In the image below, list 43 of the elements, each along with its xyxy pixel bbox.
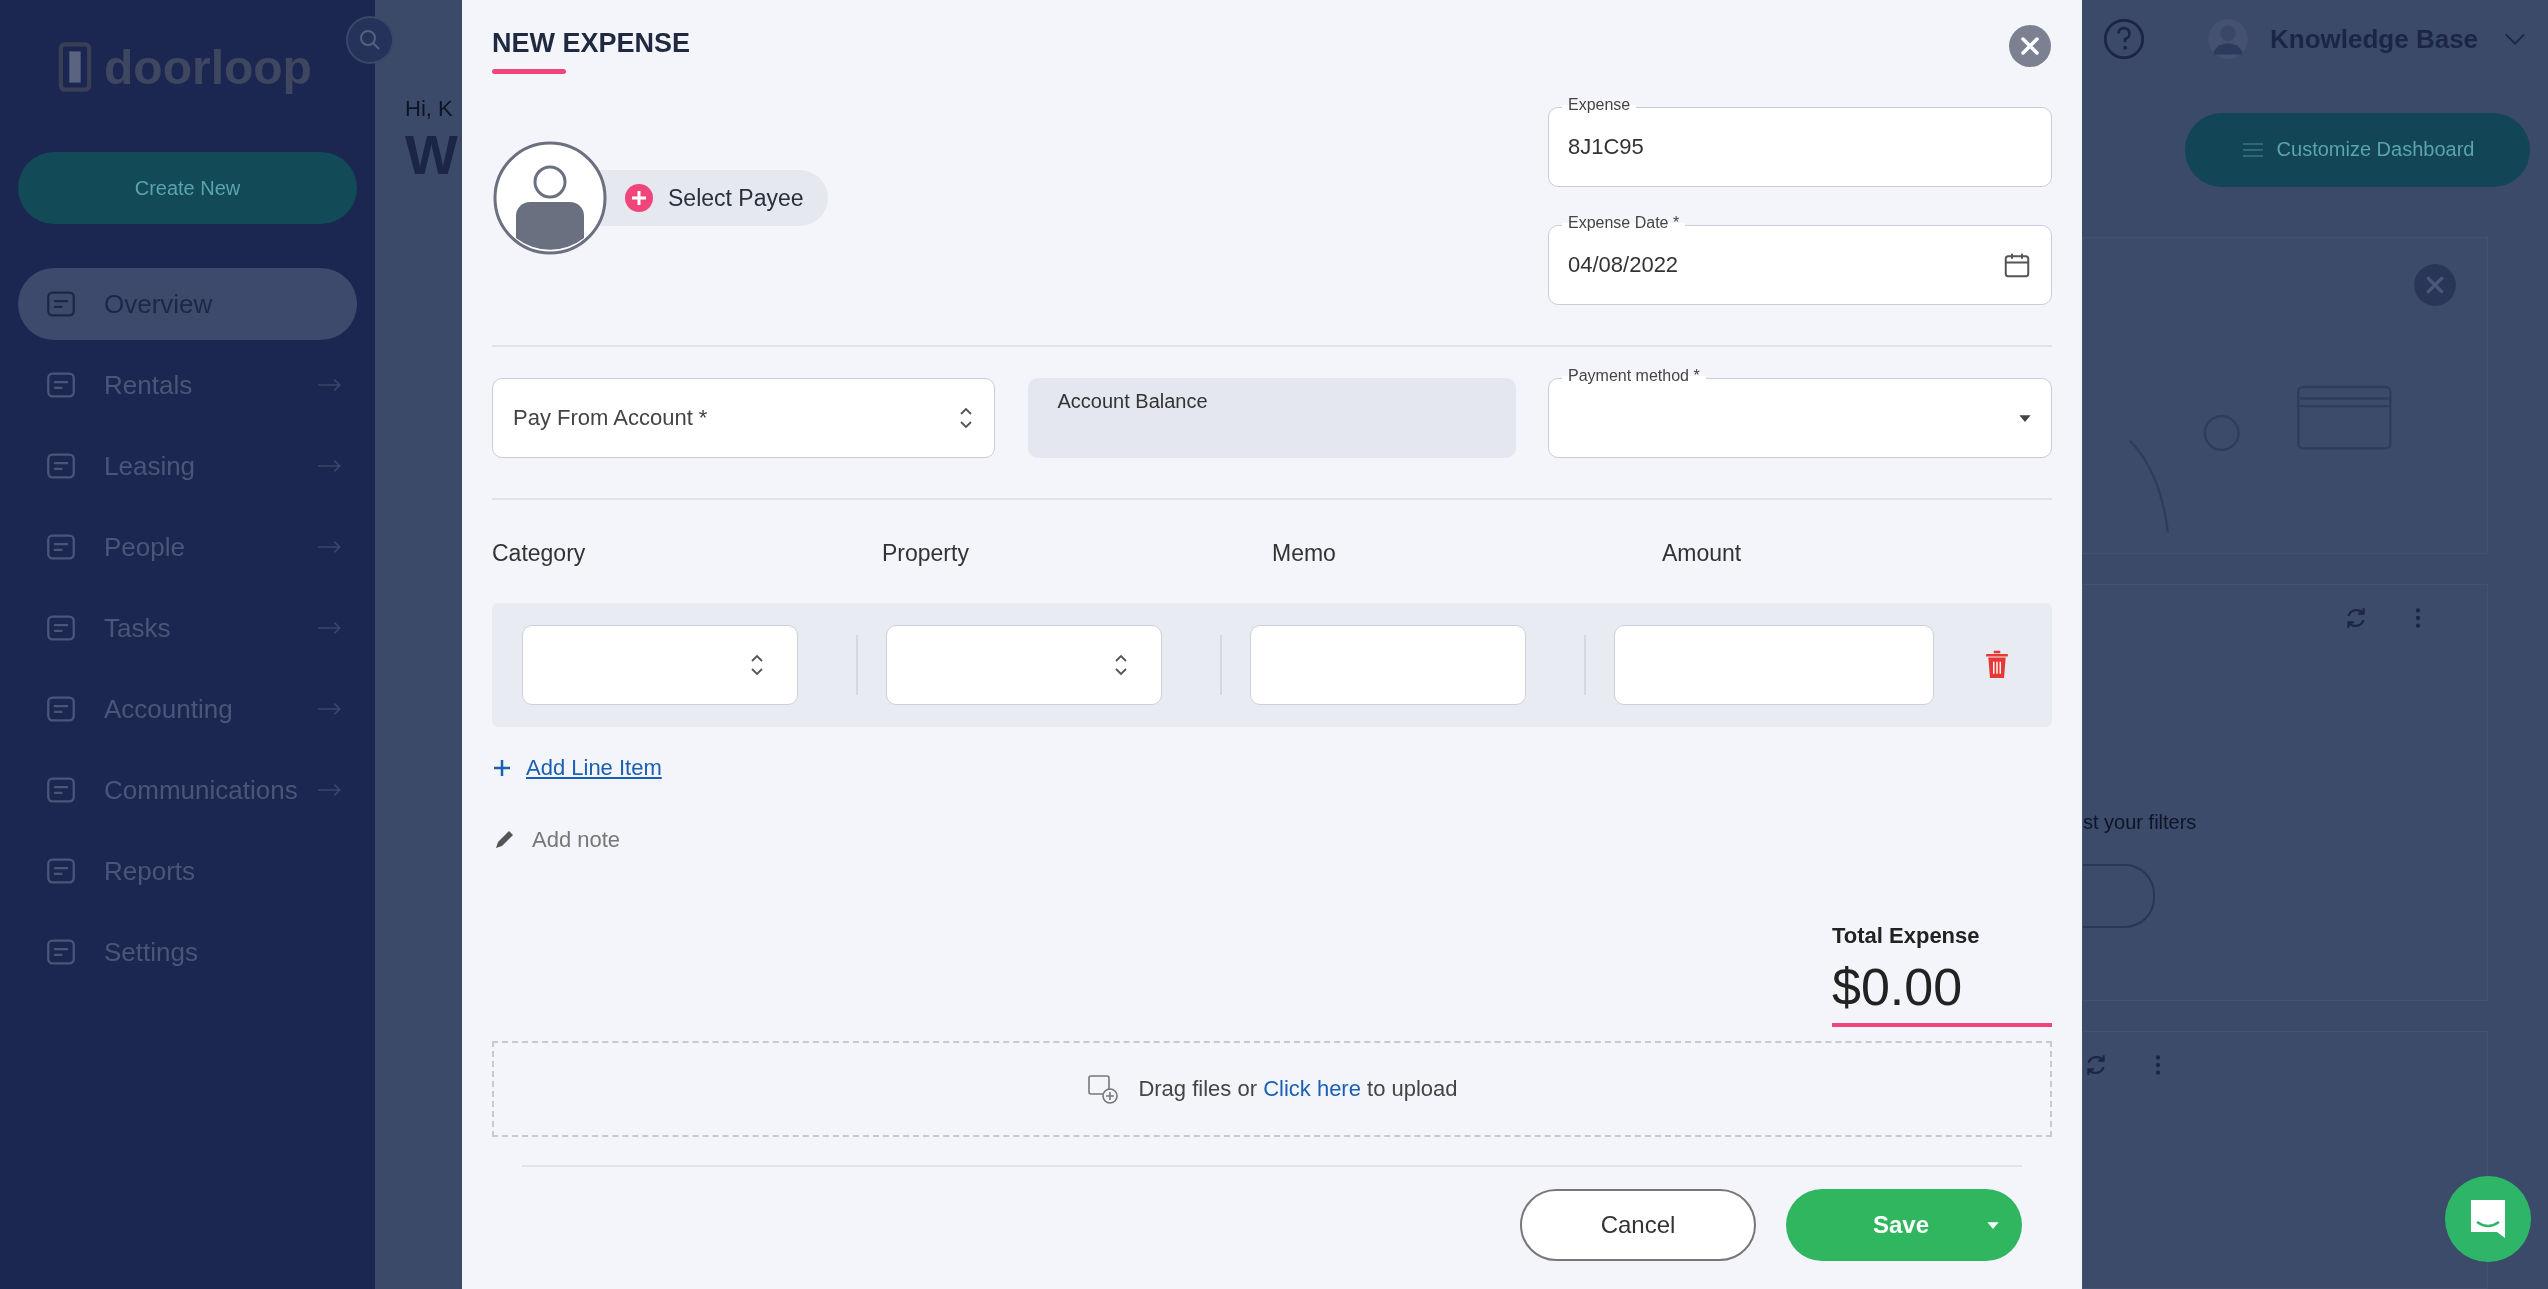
chat-icon[interactable] xyxy=(2443,1174,2533,1264)
add-line-item-link[interactable]: Add Line Item xyxy=(492,755,662,781)
door-logo-icon xyxy=(58,41,92,93)
chevron-down-icon[interactable] xyxy=(2504,32,2527,47)
delete-icon[interactable] xyxy=(1984,649,2010,681)
total-amount: $0.00 xyxy=(1832,957,1964,1017)
select-field[interactable] xyxy=(886,625,1162,705)
caret-icon[interactable] xyxy=(1986,1220,2000,1230)
column-header: Property xyxy=(882,540,970,567)
account-balance-panel: Account Balance xyxy=(1027,378,1516,458)
input-field[interactable] xyxy=(1250,625,1526,705)
help-icon[interactable] xyxy=(2102,17,2146,62)
select-field[interactable] xyxy=(522,625,798,705)
file-drop-zone[interactable]: Drag files or Click here to upload xyxy=(492,1041,2052,1137)
total-label: Total Expense xyxy=(1832,923,1981,949)
close-icon[interactable] xyxy=(2008,24,2052,68)
cancel-button[interactable]: Cancel xyxy=(1520,1189,1756,1261)
plus-icon xyxy=(624,183,654,213)
upload-instructions: Drag files or Click here to upload xyxy=(1138,1076,1458,1102)
person-avatar-icon xyxy=(492,140,608,256)
sort-arrows-icon xyxy=(958,405,974,431)
add-files-icon xyxy=(1086,1072,1121,1106)
click-here-link[interactable]: Click here xyxy=(1263,1076,1361,1101)
customize-dashboard-button[interactable]: Customize Dashboard xyxy=(2185,112,2530,187)
plus-icon xyxy=(492,758,512,778)
column-header: Category xyxy=(492,540,587,567)
save-split-button[interactable]: Save xyxy=(1786,1189,2022,1261)
avatar-icon[interactable] xyxy=(2206,17,2250,62)
caret-icon xyxy=(2018,413,2032,423)
select-payee-button[interactable]: Select Payee xyxy=(598,170,828,226)
search-icon[interactable] xyxy=(345,15,395,65)
add-note-button[interactable]: Add note xyxy=(492,827,621,853)
empty-state-text: st your filters xyxy=(2083,811,2197,835)
column-header: Amount xyxy=(1662,540,1743,567)
sort-arrows-icon xyxy=(749,652,765,678)
close-icon[interactable] xyxy=(2413,262,2457,307)
greeting-text: Hi, K xyxy=(405,96,454,122)
dialog-title: NEW EXPENSE xyxy=(492,28,691,59)
column-header: Memo xyxy=(1272,540,1337,567)
sort-arrows-icon xyxy=(1113,652,1129,678)
pay-from-account-select[interactable]: Pay From Account * xyxy=(492,378,995,458)
create-new-button[interactable]: Create New xyxy=(18,152,357,224)
input-field[interactable] xyxy=(1614,625,1934,705)
